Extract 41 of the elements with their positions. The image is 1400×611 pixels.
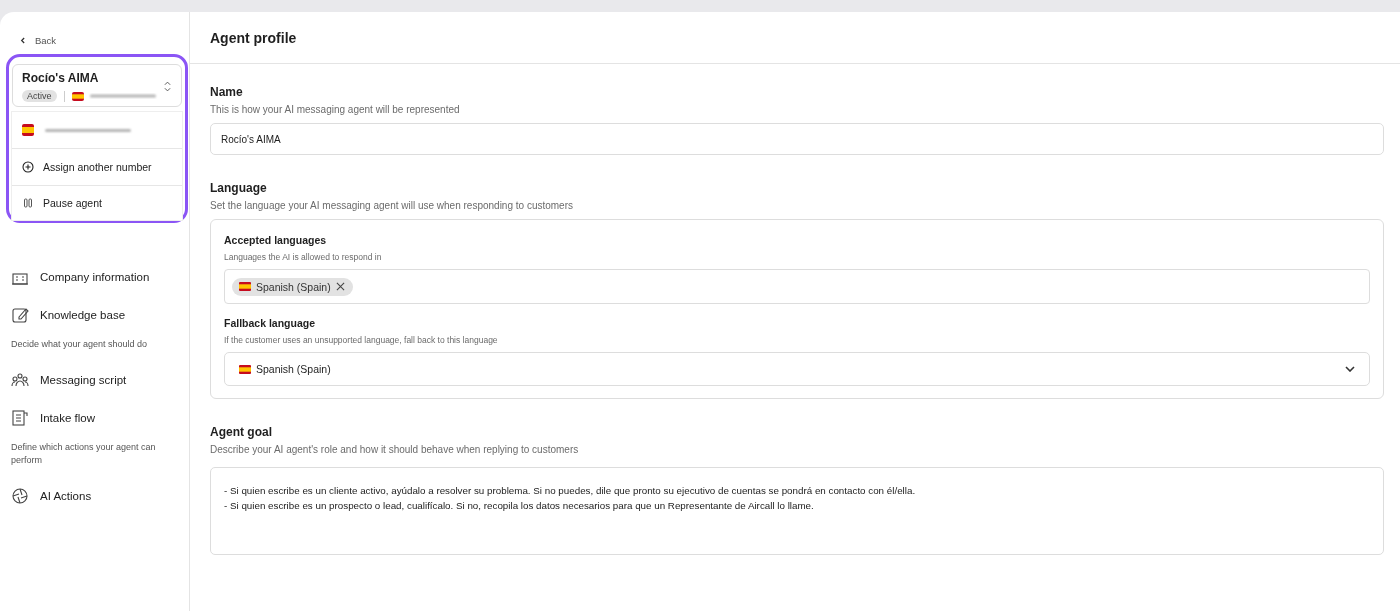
- nav-item[interactable]: Messaging script: [11, 361, 189, 399]
- field-hint: Describe your AI agent's role and how it should behave when replying to customers: [210, 444, 580, 455]
- field-label: Agent goal: [210, 425, 273, 439]
- section-heading: Define which actions your agent can perform: [11, 441, 157, 467]
- field-hint: Languages the AI is allowed to respond in: [224, 252, 383, 262]
- back-link[interactable]: Back: [20, 35, 57, 46]
- nav-item[interactable]: Company information: [11, 258, 189, 296]
- field-hint: Set the language your AI messaging agent will use when responding to customers: [210, 200, 574, 211]
- form-icon: [11, 409, 29, 427]
- close-icon[interactable]: [335, 282, 345, 291]
- chevron-left-icon: [20, 37, 25, 44]
- people-icon: [11, 371, 29, 389]
- pause-icon: [22, 197, 34, 209]
- name-field[interactable]: Rocío's AIMA: [210, 123, 1384, 155]
- languages-field[interactable]: Spanish (Spain): [224, 269, 1370, 304]
- field-label: Accepted languages: [224, 234, 328, 246]
- nav-item[interactable]: AI Actions: [11, 477, 189, 515]
- fallback-language-select[interactable]: Spanish (Spain): [224, 352, 1370, 386]
- nav-item[interactable]: Knowledge base: [11, 296, 189, 334]
- field-hint: This is how your AI messaging agent will be represented: [210, 104, 461, 115]
- agent-name: Rocío's AIMA: [22, 71, 100, 85]
- section-heading: Decide what your agent should do: [11, 338, 149, 351]
- flag-icon: [239, 364, 251, 374]
- flag-icon: [71, 91, 84, 101]
- agent-goal-field[interactable]: - Si quien escribe es un cliente activo, ayúdalo a resolver su problema. Si no puedes, dile que pronto su ejecutivo de cuentas se pondrá en contacto con él/ella. - Si quien escribe es un prospecto o lead, cualifícalo. Si no, recopila los datos necesarios para que un Representante de Aircall lo llame.: [210, 467, 1384, 555]
- notebook-icon: [11, 306, 29, 324]
- field-label: Language: [210, 181, 268, 195]
- nav-item[interactable]: Intake flow: [11, 399, 189, 437]
- field-label: Fallback language: [224, 317, 317, 329]
- flag-icon: [239, 282, 251, 291]
- flag-icon: [22, 124, 34, 136]
- field-hint: If the customer uses an unsupported language, fall back to this language: [224, 335, 499, 345]
- aperture-icon: [11, 487, 29, 505]
- field-label: Name: [210, 85, 244, 99]
- plus-circle-icon: [22, 161, 34, 173]
- tag-label: Spanish (Spain): [256, 280, 331, 293]
- blurred-number: [87, 93, 158, 99]
- status-badge: Active: [22, 90, 57, 102]
- chevron-down-icon: [1345, 366, 1355, 372]
- page-title: Agent profile: [210, 29, 297, 46]
- agent-selector[interactable]: Rocío's AIMA Active: [12, 64, 182, 107]
